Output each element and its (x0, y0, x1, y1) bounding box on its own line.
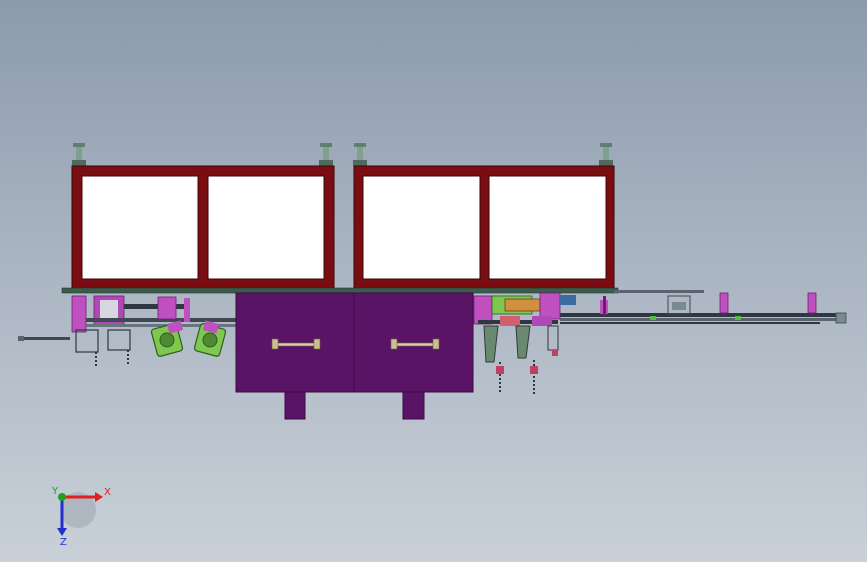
axis-triad: X Y Z (51, 486, 111, 548)
window-panel (488, 175, 607, 280)
frame-right (353, 165, 615, 289)
foot-2 (319, 143, 333, 166)
foot-4 (599, 143, 613, 166)
y-axis-label: Y (51, 486, 59, 497)
cabinet-right (353, 292, 474, 393)
cabinet-left (235, 292, 355, 393)
leveling-feet (72, 143, 613, 166)
x-axis-label: X (104, 487, 111, 498)
machine-drawing: X Y Z (18, 143, 847, 548)
foot-1 (72, 143, 86, 166)
right-mechanism (473, 292, 576, 394)
z-axis-arrowhead (57, 528, 67, 536)
x-axis-arrowhead (95, 492, 103, 502)
window-panel (81, 175, 199, 280)
z-axis-label: Z (60, 537, 67, 548)
base-plate (61, 287, 704, 294)
cabinet-leg (402, 391, 425, 420)
cabinet-leg (284, 391, 306, 420)
foot-3 (353, 143, 367, 166)
left-mechanism (18, 295, 236, 366)
window-panel (207, 175, 325, 280)
window-panel (362, 175, 481, 280)
y-axis-origin (58, 493, 66, 501)
frame-left (71, 165, 335, 289)
conveyor-rail (560, 292, 847, 324)
